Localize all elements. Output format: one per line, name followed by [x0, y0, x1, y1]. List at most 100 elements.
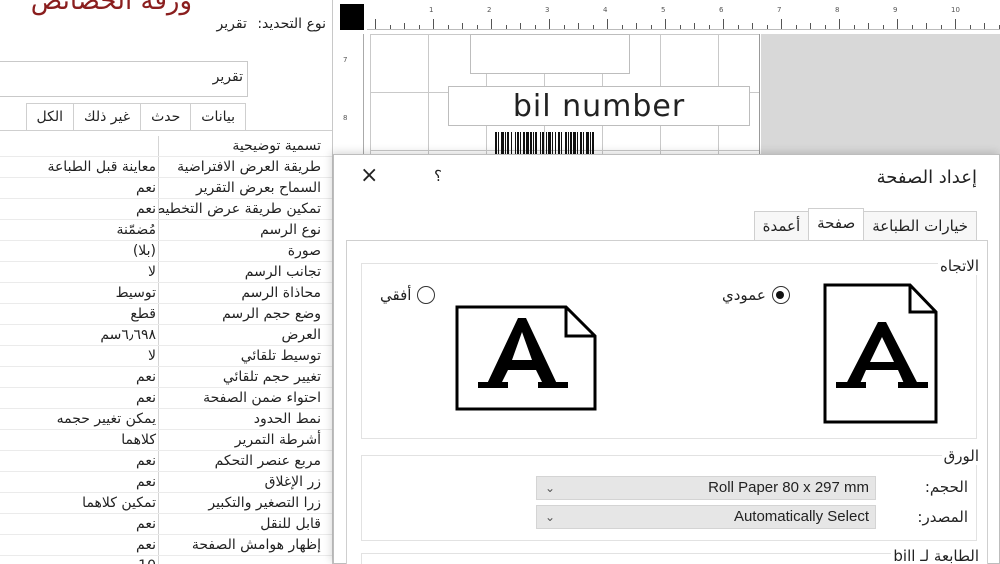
property-value[interactable]: نعم [0, 535, 159, 555]
property-value[interactable]: 10 [0, 556, 159, 564]
object-select-dropdown[interactable]: تقرير [0, 61, 248, 97]
ruler-tick [766, 25, 768, 29]
property-value[interactable]: نعم [0, 367, 159, 387]
property-value[interactable]: تمكين كلاهما [0, 493, 159, 513]
property-row[interactable]: قطع وضع حجم الرسم [0, 304, 332, 325]
landscape-label: أفقي [380, 286, 412, 304]
property-value[interactable]: نعم [0, 178, 159, 198]
property-list: تسمية توضيحية معاينة قبل الطباعة طريقة الع… [0, 136, 332, 564]
property-value[interactable]: نعم [0, 472, 159, 492]
property-label: تغيير حجم تلقائي [222, 369, 321, 385]
portrait-radio[interactable] [771, 286, 790, 304]
ruler-number: 8 [343, 114, 348, 122]
property-row[interactable]: نعم مربع عنصر التحكم [0, 451, 332, 472]
close-icon[interactable]: × [360, 163, 378, 188]
property-value[interactable]: يمكن تغيير حجمه [0, 409, 159, 429]
ruler-tick [708, 25, 710, 29]
property-label: نوع الرسم [260, 222, 321, 238]
text-box-control[interactable] [470, 34, 630, 74]
tab-page-panel: عمودي أفقي الاتجاه الحجم: Roll Paper 80 … [346, 240, 988, 564]
property-value[interactable]: نعم [0, 451, 159, 471]
property-label: تجانب الرسم [244, 264, 321, 280]
property-row[interactable]: كلاهما أشرطة التمرير [0, 430, 332, 451]
property-row[interactable]: لا توسيط تلقائي [0, 346, 332, 367]
dialog-title: إعداد الصفحة [876, 167, 977, 188]
bil-number-field[interactable]: bil number [448, 86, 750, 126]
property-value[interactable]: نعم [0, 514, 159, 534]
tab-all[interactable]: الكل [25, 103, 75, 131]
ruler-number: 7 [777, 6, 782, 14]
ruler-number: 10 [951, 6, 960, 14]
paper-source-value: Automatically Select [733, 508, 869, 525]
paper-size-dropdown[interactable]: Roll Paper 80 x 297 mm ⌄ [536, 476, 876, 500]
report-selector[interactable] [340, 4, 364, 30]
property-row[interactable]: تمكين كلاهما زرا التصغير والتكبير [0, 493, 332, 514]
tab-other[interactable]: غير ذلك [73, 103, 142, 131]
property-label: وضع حجم الرسم [222, 306, 321, 322]
chevron-down-icon: ⌄ [545, 481, 556, 495]
orientation-group: عمودي أفقي [361, 263, 977, 439]
property-value[interactable] [0, 136, 159, 156]
ruler-tick [955, 19, 956, 29]
property-row[interactable]: نعم تمكين طريقة عرض التخطيط [0, 199, 332, 220]
ruler-number: 9 [893, 6, 898, 14]
size-label: الحجم: [924, 478, 968, 496]
ruler-number: 5 [661, 6, 666, 14]
property-row[interactable]: نعم السماح بعرض التقرير [0, 178, 332, 199]
tab-print-options[interactable]: خيارات الطباعة [863, 211, 977, 241]
portrait-option[interactable]: عمودي [722, 286, 790, 304]
tab-columns[interactable]: أعمدة [753, 211, 810, 241]
property-row[interactable]: ٦٫٦٩٨سم العرض [0, 325, 332, 346]
property-tabs: الكل غير ذلك حدث بيانات [25, 103, 246, 131]
ruler-tick [375, 19, 376, 29]
tab-page[interactable]: صفحة [808, 208, 865, 241]
ruler-tick [810, 23, 811, 29]
property-row[interactable]: نعم تغيير حجم تلقائي [0, 367, 332, 388]
property-label: السماح بعرض التقرير [195, 180, 321, 196]
help-button[interactable]: ؟ [434, 167, 442, 185]
property-label: توسيط تلقائي [240, 348, 321, 364]
property-row[interactable]: لا تجانب الرسم [0, 262, 332, 283]
ruler-number: 4 [603, 6, 608, 14]
property-label: العرض [281, 327, 321, 343]
property-row[interactable]: يمكن تغيير حجمه نمط الحدود [0, 409, 332, 430]
property-label: قابل للنقل [260, 516, 321, 532]
property-row[interactable]: معاينة قبل الطباعة طريقة العرض الافتراضية [0, 157, 332, 178]
property-row[interactable]: مُضمّنة نوع الرسم [0, 220, 332, 241]
property-label: نمط الحدود [253, 411, 321, 427]
property-value[interactable]: (بلا) [0, 241, 159, 261]
property-value[interactable]: ٦٫٦٩٨سم [0, 325, 159, 345]
property-row[interactable]: تسمية توضيحية [0, 136, 332, 157]
property-row[interactable]: نعم احتواء ضمن الصفحة [0, 388, 332, 409]
property-value[interactable]: مُضمّنة [0, 220, 159, 240]
property-row[interactable]: نعم قابل للنقل [0, 514, 332, 535]
property-row[interactable]: نعم إظهار هوامش الصفحة [0, 535, 332, 556]
paper-source-dropdown[interactable]: Automatically Select ⌄ [536, 505, 876, 529]
property-value[interactable]: نعم [0, 388, 159, 408]
ruler-tick [737, 25, 739, 29]
property-value[interactable]: لا [0, 262, 159, 282]
property-value[interactable]: لا [0, 346, 159, 366]
tab-event[interactable]: حدث [140, 103, 192, 131]
property-label: تمكين طريقة عرض التخطيط [159, 201, 321, 217]
property-row[interactable]: (بلا) صورة [0, 241, 332, 262]
ruler-tick [723, 19, 724, 29]
ruler-tick [940, 25, 942, 29]
landscape-option[interactable]: أفقي [380, 286, 436, 304]
property-value[interactable]: معاينة قبل الطباعة [0, 157, 159, 177]
paper-label: الورق [941, 447, 981, 465]
property-value[interactable]: كلاهما [0, 430, 159, 450]
property-value[interactable]: توسيط [0, 283, 159, 303]
ruler-tick [824, 25, 826, 29]
property-value[interactable]: نعم [0, 199, 159, 219]
landscape-radio[interactable] [417, 286, 436, 304]
selection-type-value: تقرير [216, 16, 247, 32]
property-value[interactable]: قطع [0, 304, 159, 324]
tab-data[interactable]: بيانات [190, 103, 246, 131]
ruler-tick [462, 23, 463, 29]
ruler-tick [795, 25, 797, 29]
property-row[interactable]: توسيط محاذاة الرسم [0, 283, 332, 304]
property-row[interactable]: 10 [0, 556, 332, 564]
property-label: محاذاة الرسم [241, 285, 321, 301]
property-row[interactable]: نعم زر الإغلاق [0, 472, 332, 493]
